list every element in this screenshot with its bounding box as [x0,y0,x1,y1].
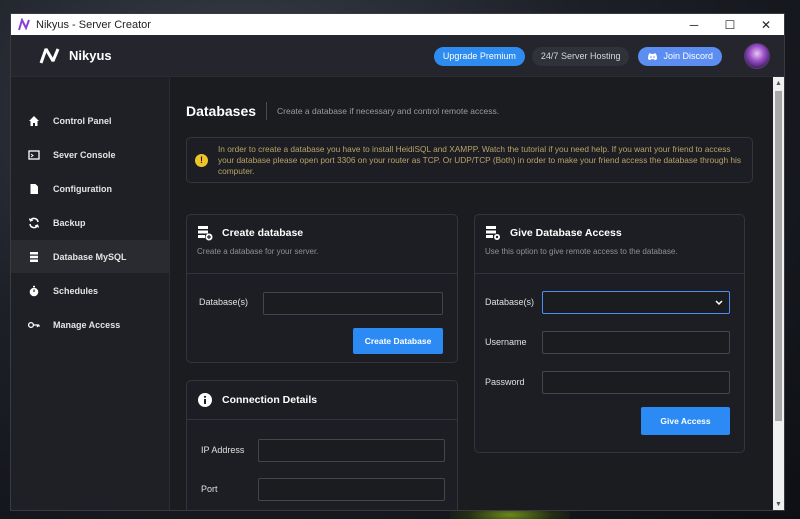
user-avatar[interactable] [744,43,770,69]
sidebar-item-server-console[interactable]: Sever Console [11,138,169,171]
home-icon [28,115,40,127]
create-database-button[interactable]: Create Database [353,328,443,354]
card-subtitle: Create a database for your server. [197,247,319,256]
database-field-label: Database(s) [199,297,249,307]
join-discord-button[interactable]: Join Discord [638,46,722,66]
upgrade-premium-button[interactable]: Upgrade Premium [433,46,525,66]
page-title: Databases [186,103,257,119]
top-navigation: Nikyus Upgrade Premium 24/7 Server Hosti… [11,35,784,77]
sidebar-item-backup[interactable]: Backup [11,206,169,239]
password-row: Password [485,377,525,387]
scroll-thumb[interactable] [775,91,782,421]
card-title: Create database [222,227,304,239]
database-add-icon [198,226,213,241]
page-subtitle: Create a database if necessary and contr… [277,106,500,116]
database-settings-icon [486,226,500,240]
nav-actions: Upgrade Premium 24/7 Server Hosting Join… [433,35,770,77]
maximize-button[interactable]: ☐ [712,14,748,35]
username-label: Username [485,337,527,347]
card-divider [187,273,457,274]
discord-icon [648,52,658,60]
alert-text: In order to create a database you have t… [218,143,741,176]
window-controls: ─ ☐ ✕ [676,14,784,35]
sidebar-item-schedules[interactable]: Schedules [11,274,169,307]
ip-address-label: IP Address [201,445,245,455]
title-bar: Nikyus - Server Creator ─ ☐ ✕ [11,14,784,35]
username-row: Username [485,337,527,347]
sidebar-item-label: Control Panel [53,115,112,126]
ip-field-row: IP Address [201,445,244,455]
sidebar-item-label: Sever Console [53,149,116,160]
sidebar-item-manage-access[interactable]: Manage Access [11,308,169,341]
warning-icon: ! [195,153,208,167]
minimize-button[interactable]: ─ [676,14,712,35]
window-title: Nikyus - Server Creator [36,18,151,31]
ip-address-field[interactable] [258,439,445,462]
app-window: Nikyus - Server Creator ─ ☐ ✕ Nikyus Upg… [11,14,784,510]
close-button[interactable]: ✕ [748,14,784,35]
server-hosting-button[interactable]: 24/7 Server Hosting [531,46,630,66]
username-field[interactable] [542,331,730,354]
card-subtitle: Use this option to give remote access to… [485,247,678,256]
port-field[interactable] [258,478,445,501]
brand-logo-icon [39,47,60,64]
password-label: Password [485,377,525,387]
key-icon [28,319,40,331]
give-access-button[interactable]: Give Access [641,407,730,435]
database-select[interactable] [542,291,730,314]
scroll-down-arrow-icon[interactable]: ▼ [773,498,784,510]
console-icon [28,149,40,161]
page-header: Databases Create a database if necessary… [186,101,784,121]
brand[interactable]: Nikyus [39,47,112,65]
sidebar: Control Panel Sever Console Configuratio… [11,77,170,510]
sidebar-item-label: Schedules [53,285,99,296]
card-title: Give Database Access [510,227,622,239]
card-title: Connection Details [222,394,318,406]
sidebar-item-label: Manage Access [53,319,121,330]
file-icon [28,183,40,195]
give-access-card: Give Database Access Use this option to … [474,214,745,453]
join-discord-label: Join Discord [663,51,713,61]
port-field-row: Port [201,484,218,494]
app-logo-icon [18,17,30,30]
access-database-row: Database(s) [485,297,534,307]
access-database-label: Database(s) [485,297,535,307]
connection-details-card: Connection Details IP Address Port [186,380,458,510]
database-field-row: Database(s) [199,297,248,307]
chevron-down-icon [715,299,723,305]
header-divider [266,102,268,120]
create-database-card: Create database Create a database for yo… [186,214,458,363]
info-icon [198,393,212,407]
create-database-input[interactable] [263,292,443,315]
password-field[interactable] [542,371,730,394]
port-label: Port [201,484,218,494]
scroll-up-arrow-icon[interactable]: ▲ [773,77,784,89]
scrollbar[interactable]: ▲ ▼ [773,77,784,510]
card-divider [187,419,457,420]
card-divider [475,273,744,274]
sidebar-item-configuration[interactable]: Configuration [11,172,169,205]
body-area: Control Panel Sever Console Configuratio… [11,77,784,510]
sidebar-item-label: Configuration [53,183,112,194]
sidebar-item-control-panel[interactable]: Control Panel [11,104,169,137]
database-icon [28,251,40,263]
stopwatch-icon [28,285,40,297]
sidebar-item-label: Database MySQL [53,251,127,262]
sidebar-item-database-mysql[interactable]: Database MySQL [11,240,169,273]
brand-name: Nikyus [69,48,112,63]
info-alert: ! In order to create a database you have… [186,137,753,183]
sync-icon [28,217,40,229]
sidebar-item-label: Backup [53,217,86,228]
main-content: Databases Create a database if necessary… [170,77,784,510]
